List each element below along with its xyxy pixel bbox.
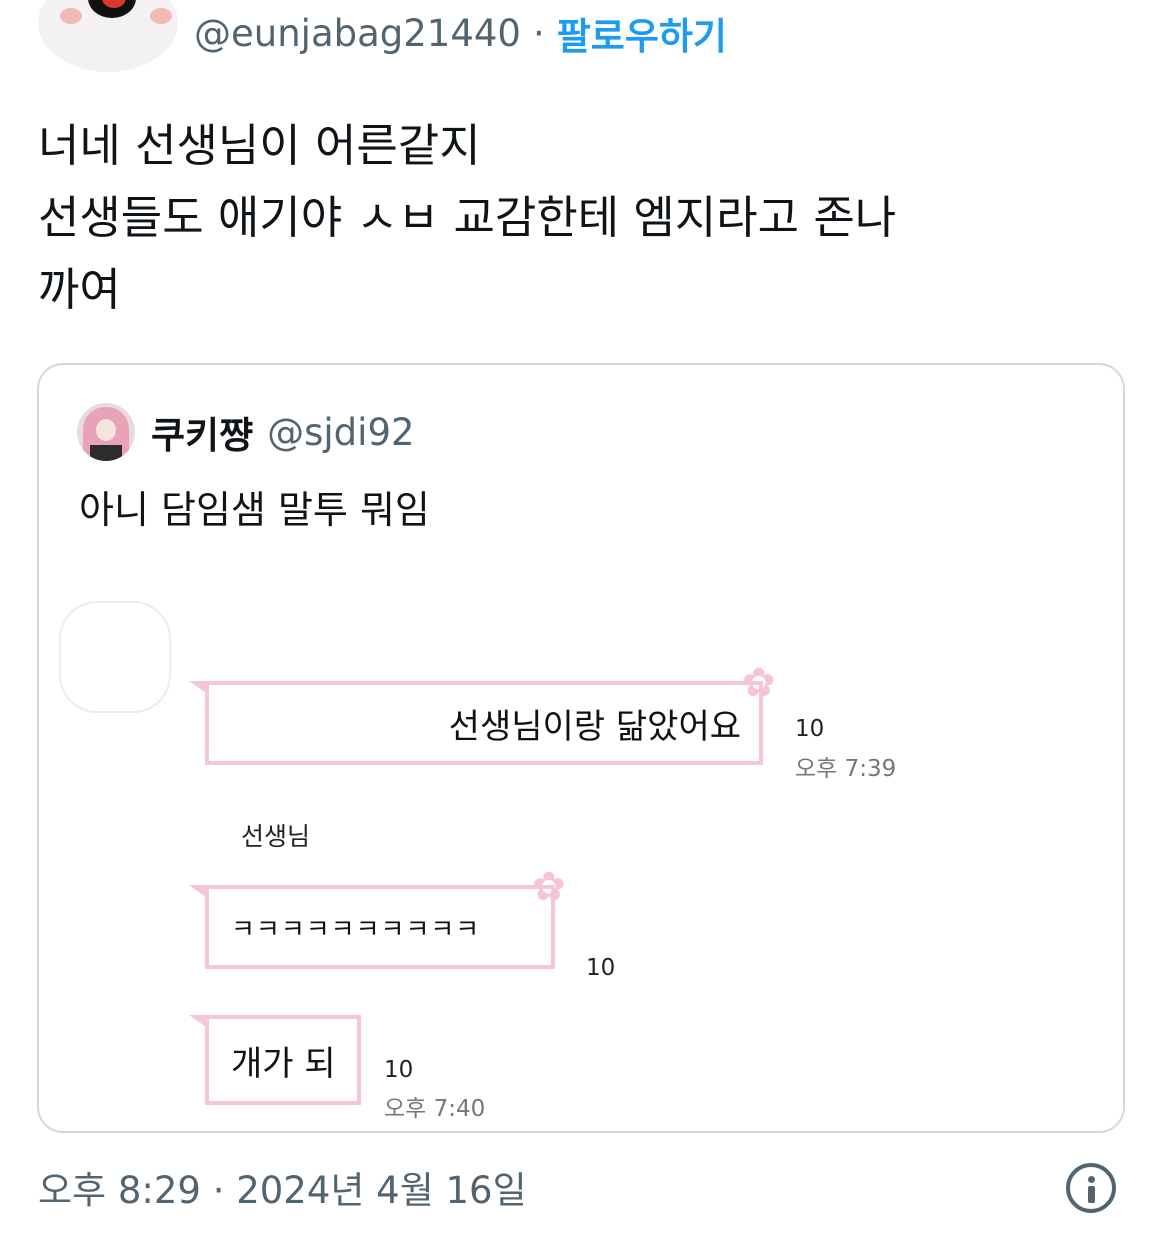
chat-message-text: ㅋㅋㅋㅋㅋㅋㅋㅋㅋㅋ xyxy=(231,914,481,945)
quote-author-name[interactable]: 쿠키쨩 xyxy=(151,405,253,459)
info-icon-bar xyxy=(1088,1186,1095,1203)
tweet-header: @eunjabag21440 · 팔로우하기 xyxy=(194,6,727,60)
avatar-cheek-left xyxy=(60,8,82,24)
quote-avatar[interactable] xyxy=(77,403,135,461)
chat-profile-placeholder xyxy=(59,601,171,713)
read-count: 10 xyxy=(384,1057,414,1083)
follow-button[interactable]: 팔로우하기 xyxy=(557,6,727,60)
author-avatar[interactable] xyxy=(38,0,178,72)
read-count: 10 xyxy=(586,955,616,981)
author-handle[interactable]: @eunjabag21440 xyxy=(194,12,521,55)
quote-text: 아니 담임샘 말투 뭐임 xyxy=(79,488,430,532)
chat-bubble: 선생님이랑 닮았어요 xyxy=(189,681,763,765)
message-time: 오후 7:39 xyxy=(795,756,897,782)
avatar-outfit xyxy=(90,445,122,461)
tweet-timestamp[interactable]: 오후 8:29 · 2024년 4월 16일 xyxy=(38,1160,527,1214)
chat-bubble: ㅋㅋㅋㅋㅋㅋㅋㅋㅋㅋ xyxy=(189,885,555,969)
chat-screenshot: 선생님이랑 닮았어요 ✿ 10 오후 7:39 선생님 ㅋㅋㅋㅋㅋㅋㅋㅋㅋㅋ ✿… xyxy=(39,595,1123,1131)
chat-bubble: 개가 되 xyxy=(189,1015,361,1105)
quote-author-handle[interactable]: @sjdi92 xyxy=(267,411,414,454)
quote-header: 쿠키쨩 @sjdi92 xyxy=(151,403,415,461)
flower-icon: ✿ xyxy=(532,864,566,910)
header-separator: · xyxy=(532,11,545,55)
sender-name: 선생님 xyxy=(241,822,311,851)
read-count: 10 xyxy=(795,716,825,742)
info-icon[interactable] xyxy=(1066,1163,1116,1213)
avatar-face xyxy=(96,419,116,441)
avatar-cheek-right xyxy=(150,8,172,24)
chat-message-text: 개가 되 xyxy=(231,1043,336,1084)
info-icon-dot xyxy=(1088,1176,1095,1183)
flower-icon: ✿ xyxy=(742,660,776,706)
message-time: 오후 7:40 xyxy=(384,1096,486,1122)
quoted-tweet[interactable]: 쿠키쨩 @sjdi92 아니 담임샘 말투 뭐임 선생님이랑 닮았어요 ✿ 10… xyxy=(37,363,1125,1133)
tweet-text: 너네 선생님이 어른같지 선생들도 애기야 ㅅㅂ 교감한테 엠지라고 존나 까여 xyxy=(38,119,897,316)
chat-message-text: 선생님이랑 닮았어요 xyxy=(448,706,741,747)
